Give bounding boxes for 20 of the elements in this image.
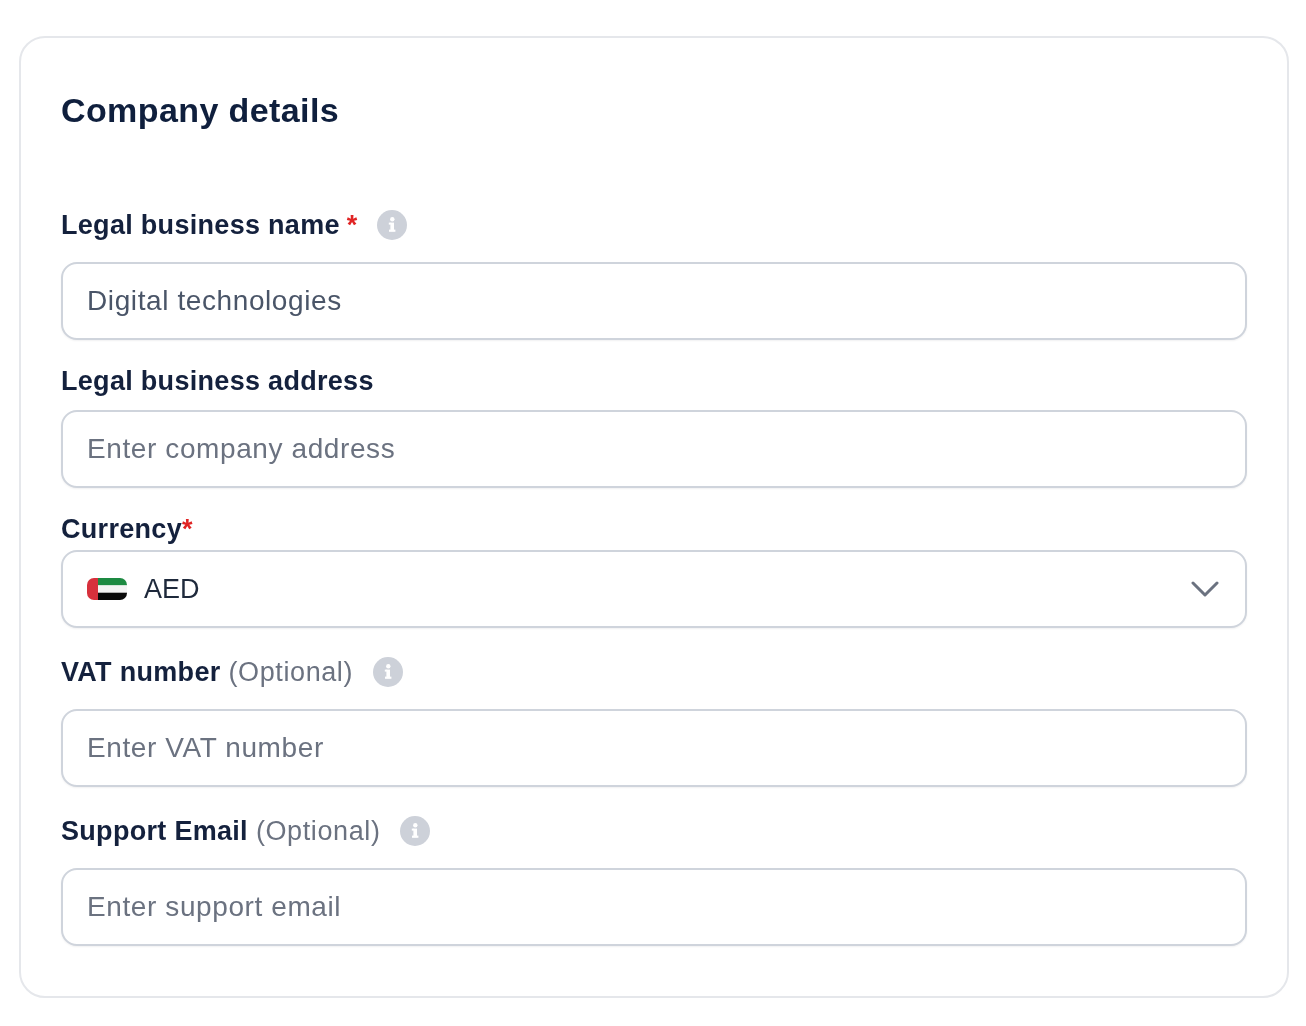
- info-icon[interactable]: [400, 816, 431, 846]
- field-label: Legal business address: [61, 365, 374, 398]
- field-label: Legal business name: [61, 209, 340, 242]
- text-input[interactable]: Enter support email: [61, 868, 1247, 946]
- optional-note: (Optional): [255, 815, 381, 848]
- currency-select[interactable]: AED: [61, 550, 1247, 628]
- required-asterisk: *: [181, 513, 193, 546]
- text-input[interactable]: Digital technologies: [61, 262, 1247, 340]
- flag-icon: [87, 578, 127, 600]
- chevron-down-icon: [1191, 581, 1219, 597]
- field-label: VAT number: [61, 656, 221, 689]
- optional-note: (Optional): [228, 656, 354, 689]
- text-input[interactable]: Enter company address: [61, 410, 1247, 488]
- required-asterisk: *: [346, 209, 358, 242]
- text-input[interactable]: Enter VAT number: [61, 709, 1247, 787]
- field-label: Currency: [61, 513, 182, 546]
- info-icon[interactable]: [373, 657, 404, 687]
- info-icon[interactable]: [377, 210, 408, 240]
- field-label: Support Email: [61, 815, 248, 848]
- card-title: Company details: [61, 90, 341, 130]
